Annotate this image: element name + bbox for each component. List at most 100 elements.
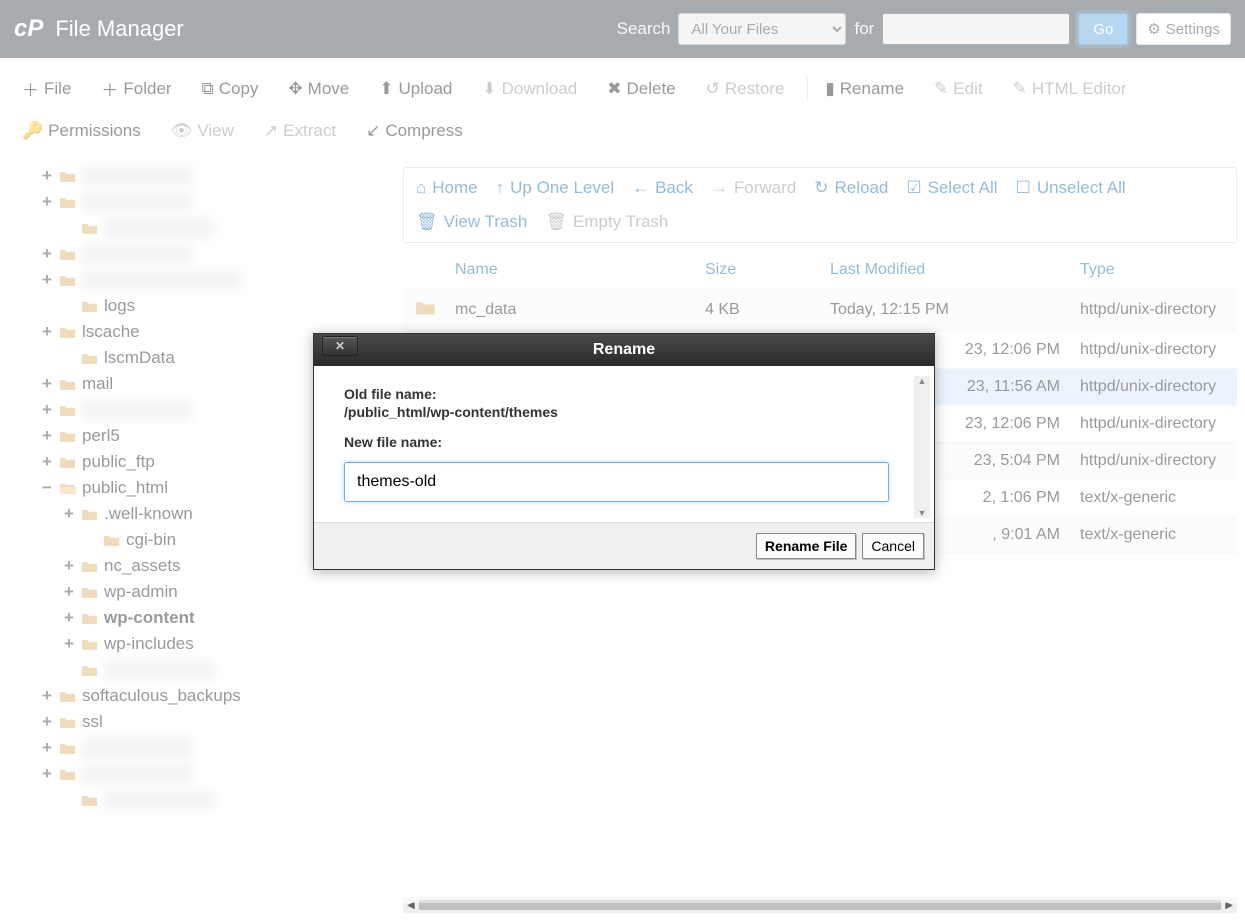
tree-toggle-icon[interactable]: − — [40, 478, 54, 498]
tree-item[interactable] — [0, 787, 395, 813]
tree-item[interactable]: +wp-includes — [0, 631, 395, 657]
folder-icon — [58, 168, 78, 184]
tree-toggle-icon[interactable]: + — [40, 322, 54, 342]
scroll-down-icon[interactable]: ▼ — [914, 508, 930, 518]
folder-icon — [58, 428, 78, 444]
tree-toggle-icon[interactable]: + — [40, 426, 54, 446]
tree-item[interactable]: +wp-content — [0, 605, 395, 631]
tree-item[interactable]: + — [0, 267, 395, 293]
tree-label — [82, 738, 192, 758]
tree-item[interactable] — [0, 215, 395, 241]
header-right: Search All Your Files for Go ⚙ Settings — [617, 13, 1231, 45]
tree-label — [82, 270, 242, 290]
tool-edit[interactable]: ✎Edit — [922, 66, 995, 111]
new-name-input[interactable] — [344, 462, 889, 502]
tree-label: .well-known — [104, 504, 193, 524]
ct-home[interactable]: ⌂Home — [416, 178, 478, 198]
ct-up[interactable]: ↑Up One Level — [496, 178, 614, 198]
tree-item[interactable]: + — [0, 241, 395, 267]
search-input[interactable] — [882, 13, 1070, 45]
tool-restore[interactable]: ↺Restore — [694, 66, 797, 111]
tree-item[interactable]: + — [0, 189, 395, 215]
dialog-scrollbar[interactable]: ▲▼ — [914, 376, 930, 518]
new-name-label: New file name: — [344, 434, 904, 450]
tool-compress[interactable]: ↙Compress — [354, 111, 475, 151]
for-label: for — [854, 19, 874, 39]
tree-toggle-icon[interactable]: + — [40, 192, 54, 212]
tool-file[interactable]: ＋File — [10, 66, 83, 111]
tree-toggle-icon[interactable]: + — [62, 608, 76, 628]
ct-view-trash[interactable]: 🗑View Trash — [416, 212, 527, 232]
tree-item[interactable]: + wp-admin — [0, 579, 395, 605]
tree-toggle-icon[interactable]: + — [40, 686, 54, 706]
tree-toggle-icon[interactable]: + — [40, 452, 54, 472]
tree-toggle-icon[interactable]: + — [40, 374, 54, 394]
trash-icon: 🗑 — [545, 212, 567, 232]
tool-folder[interactable]: ＋Folder — [89, 66, 183, 111]
folder-icon — [58, 272, 78, 288]
ct-back[interactable]: ←Back — [632, 178, 693, 198]
tree-item[interactable]: + — [0, 163, 395, 189]
back-icon: ← — [632, 178, 649, 198]
rename-file-button[interactable]: Rename File — [756, 533, 856, 559]
tool-upload[interactable]: ⬆Upload — [367, 66, 464, 111]
tool-download[interactable]: ⬇Download — [470, 66, 589, 111]
tree-toggle-icon[interactable]: + — [62, 634, 76, 654]
tree-toggle-icon[interactable]: + — [40, 244, 54, 264]
cancel-button[interactable]: Cancel — [862, 533, 924, 559]
folder-icon — [58, 688, 78, 704]
scroll-left-icon[interactable]: ◀ — [407, 900, 415, 911]
tool-html-editor[interactable]: ✎HTML Editor — [1001, 66, 1139, 111]
search-scope-select[interactable]: All Your Files — [678, 13, 846, 45]
col-name-header[interactable]: Name — [455, 261, 705, 279]
tree-toggle-icon[interactable]: + — [40, 738, 54, 758]
tree-item[interactable]: +softaculous_backups — [0, 683, 395, 709]
tree-item[interactable]: + — [0, 761, 395, 787]
tree-toggle-icon[interactable]: + — [62, 556, 76, 576]
tree-toggle-icon[interactable]: + — [40, 270, 54, 290]
ct-unselect-all[interactable]: ☐Unselect All — [1016, 178, 1126, 198]
folder-icon — [80, 350, 100, 366]
scroll-right-icon[interactable]: ▶ — [1225, 900, 1233, 911]
tree-label: wp-admin — [104, 582, 178, 602]
tool-copy[interactable]: ⧉Copy — [190, 66, 271, 111]
tool-extract[interactable]: ↗Extract — [252, 111, 348, 151]
tree-item[interactable] — [0, 657, 395, 683]
tool-rename[interactable]: ▮Rename — [813, 66, 916, 111]
close-icon[interactable] — [322, 336, 358, 356]
col-date-header[interactable]: Last Modified — [830, 261, 1080, 279]
upload-icon: ⬆ — [379, 79, 393, 99]
tree-label: lscmData — [104, 348, 175, 368]
tree-item[interactable]: logs — [0, 293, 395, 319]
col-type-header[interactable]: Type — [1080, 261, 1225, 279]
tree-toggle-icon[interactable]: + — [40, 400, 54, 420]
tree-label: public_html — [82, 478, 168, 498]
tool-delete[interactable]: ✖Delete — [595, 66, 687, 111]
scroll-track[interactable] — [419, 900, 1222, 910]
tree-item[interactable]: +ssl — [0, 709, 395, 735]
dialog-titlebar[interactable]: Rename — [314, 334, 934, 366]
settings-button[interactable]: ⚙ Settings — [1136, 13, 1231, 45]
gear-icon: ⚙ — [1147, 20, 1160, 38]
go-button[interactable]: Go — [1078, 13, 1128, 45]
tree-toggle-icon[interactable]: + — [40, 712, 54, 732]
tree-toggle-icon[interactable]: + — [40, 764, 54, 784]
ct-empty-trash[interactable]: 🗑Empty Trash — [545, 212, 668, 232]
tree-toggle-icon[interactable]: + — [40, 166, 54, 186]
tree-toggle-icon[interactable]: + — [62, 582, 76, 602]
folder-icon — [80, 610, 100, 626]
tree-item[interactable]: + — [0, 735, 395, 761]
ct-reload[interactable]: ↻Reload — [814, 178, 888, 198]
tool-view[interactable]: 👁View — [159, 111, 246, 151]
folder-icon — [58, 376, 78, 392]
tree-toggle-icon[interactable]: + — [62, 504, 76, 524]
table-row[interactable]: mc_data4 KBToday, 12:15 PMhttpd/unix-dir… — [403, 290, 1237, 332]
tool-move[interactable]: ✥Move — [276, 66, 361, 111]
horizontal-scrollbar[interactable]: ◀ ▶ — [403, 897, 1237, 913]
ct-select-all[interactable]: ☑Select All — [906, 178, 997, 198]
ct-forward[interactable]: →Forward — [711, 178, 796, 198]
scroll-up-icon[interactable]: ▲ — [914, 376, 930, 386]
col-size-header[interactable]: Size — [705, 261, 830, 279]
app-title: File Manager — [55, 16, 183, 42]
tool-permissions[interactable]: 🔑Permissions — [10, 111, 153, 151]
